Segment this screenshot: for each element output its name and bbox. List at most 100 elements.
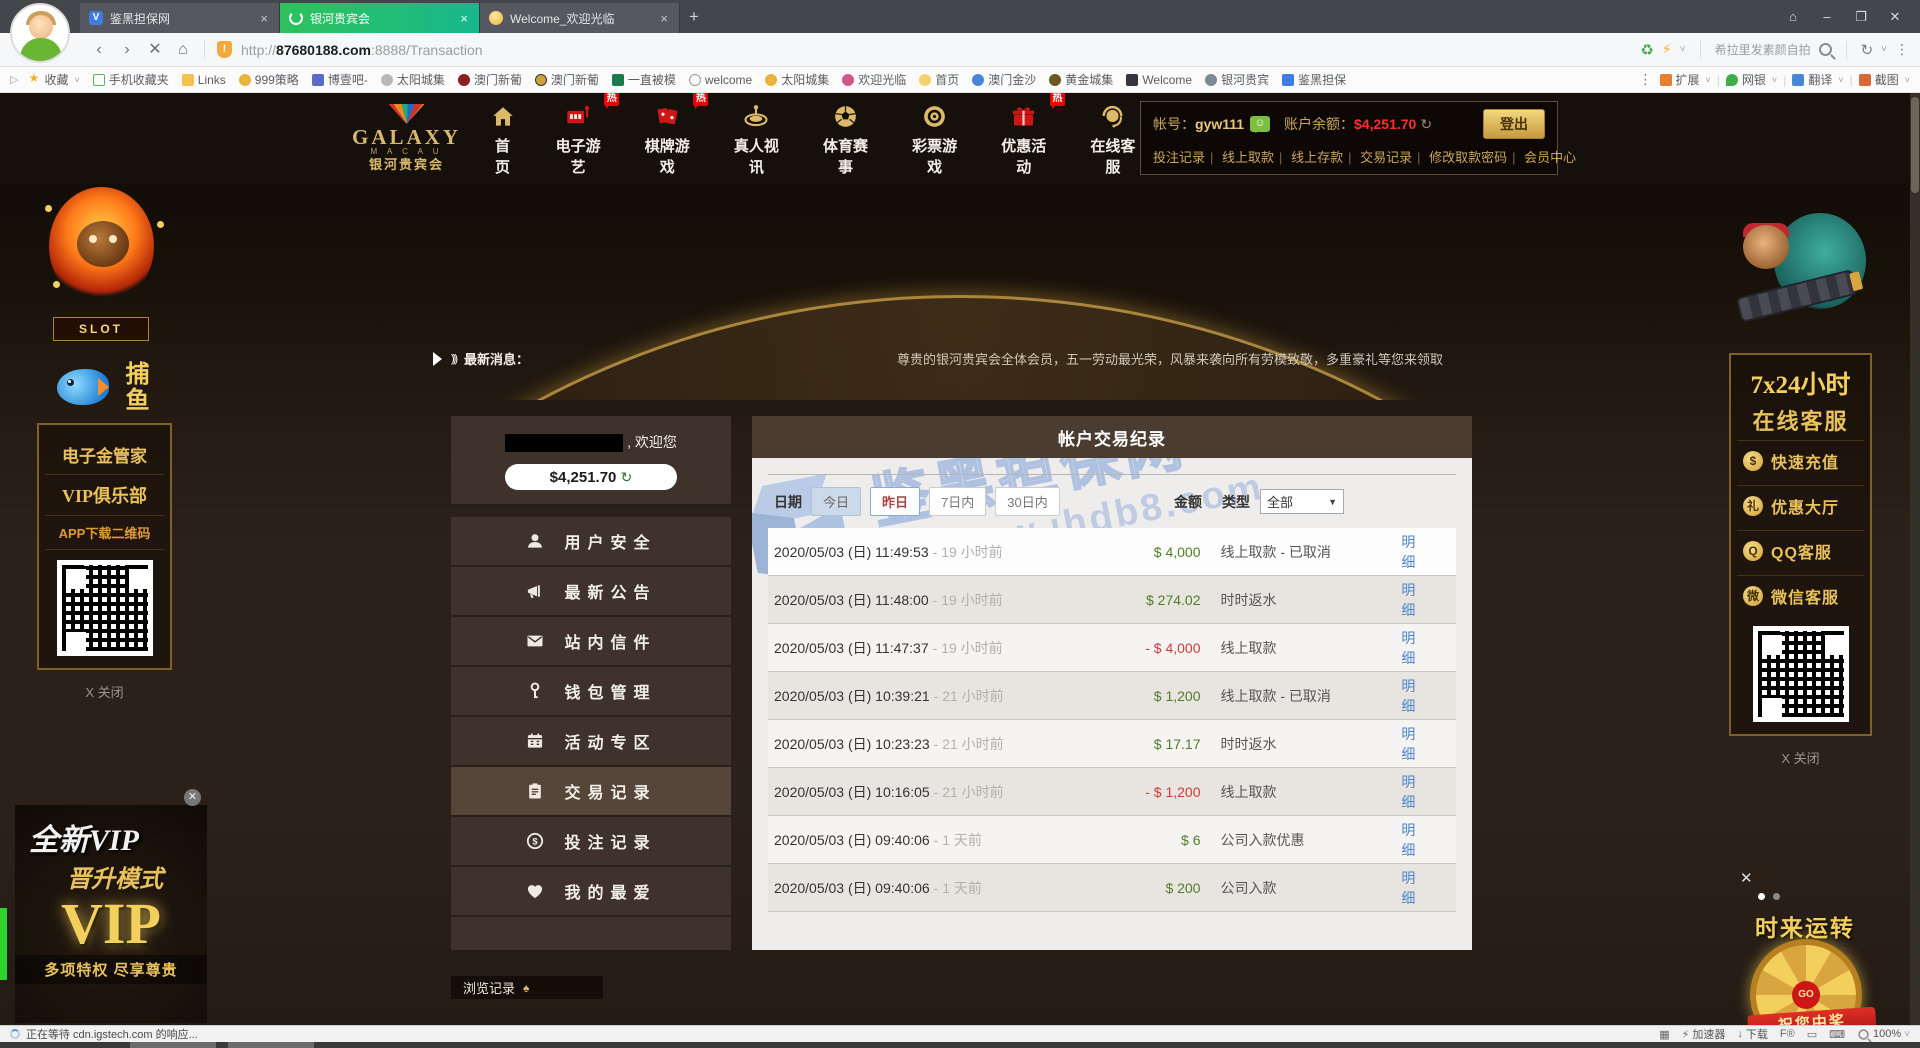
screenshot-button[interactable]: 截图˅ <box>1859 71 1910 88</box>
detail-link[interactable]: 明细 <box>1401 772 1428 812</box>
sidebar-item-messages[interactable]: 站内信件 <box>451 617 731 667</box>
sidebar-item-transactions-active[interactable]: 交易记录 <box>451 767 731 817</box>
ebank-button[interactable]: 网银˅ <box>1726 71 1777 88</box>
forward-button[interactable]: › <box>114 37 140 63</box>
link-change-password[interactable]: 修改取款密码 <box>1429 150 1507 165</box>
more-icon[interactable]: ⋮ <box>1639 71 1654 88</box>
reader-mode-icon[interactable]: ♻ <box>1640 41 1653 59</box>
scrollbar-thumb[interactable] <box>1911 97 1919 193</box>
maximize-button[interactable]: ❐ <box>1844 0 1878 33</box>
search-icon[interactable] <box>1819 43 1832 56</box>
nav-sports[interactable]: 体育赛事 <box>818 100 872 177</box>
menu-dots-icon[interactable]: ⋮ <box>1895 41 1910 58</box>
promo-e-wallet[interactable]: 电子金管家 <box>45 435 164 475</box>
refresh-icon[interactable]: ↻ <box>1861 41 1874 59</box>
translate-button[interactable]: 翻译˅ <box>1792 71 1843 88</box>
lucky-wheel-promo[interactable]: ✕ 时来运转 GO 祝您中奖 <box>1716 863 1894 1025</box>
bookmark-item[interactable]: 澳门新葡 <box>458 71 522 88</box>
zoom-control[interactable]: 100%˅ <box>1857 1028 1910 1041</box>
promo-app-qr-label[interactable]: APP下载二维码 <box>45 516 164 550</box>
tab-welcome[interactable]: Welcome_欢迎光临 × <box>480 3 680 33</box>
bookmark-item[interactable]: 澳门新葡 <box>535 71 599 88</box>
new-tab-button[interactable]: + <box>680 3 708 33</box>
detail-link[interactable]: 明细 <box>1401 580 1428 620</box>
left-promo-close-button[interactable]: X 关闭 <box>37 682 172 701</box>
transaction-row[interactable]: 2020/05/03 (日) 10:16:05- 21 小时前 - $ 1,20… <box>768 768 1456 816</box>
taskbar-window-preview[interactable] <box>130 1042 216 1048</box>
promo-quick-deposit[interactable]: $ 快速充值 <box>1737 440 1864 481</box>
refresh-icon[interactable]: ↻ <box>621 469 633 485</box>
url-field[interactable]: http://87680188.com:8888/Transaction <box>241 42 483 58</box>
bookmark-item[interactable]: 一直被模 <box>612 71 676 88</box>
browse-history-tab[interactable]: 浏览记录 ♠ <box>451 976 603 999</box>
transaction-row[interactable]: 2020/05/03 (日) 09:40:06- 1 天前 $ 200 公司入款… <box>768 864 1456 912</box>
wheel-center-button[interactable]: GO <box>1792 981 1820 1009</box>
bookmark-item[interactable]: 银河贵宾 <box>1205 71 1269 88</box>
bookmarks-overflow-icon[interactable]: ▷ <box>10 73 18 86</box>
bookmark-item[interactable]: 手机收藏夹 <box>93 71 169 88</box>
bookmark-item[interactable]: Welcome <box>1126 73 1192 87</box>
bookmark-item[interactable]: welcome <box>689 73 752 87</box>
nav-live-casino[interactable]: 真人视讯 <box>729 100 783 177</box>
tab-jianhei[interactable]: 鉴黑担保网 × <box>80 3 280 33</box>
refresh-balance-icon[interactable]: ↻ <box>1420 116 1432 133</box>
bookmark-favorites[interactable]: 收藏 ˅ <box>28 71 79 88</box>
download-button[interactable]: ↓下载 <box>1737 1026 1768 1042</box>
detail-link[interactable]: 明细 <box>1401 868 1428 908</box>
detail-link[interactable]: 明细 <box>1401 532 1428 572</box>
nav-customer-service[interactable]: 在线客服 <box>1086 100 1140 177</box>
tab-galaxy-active[interactable]: 银河贵宾会 × <box>280 3 480 33</box>
search-suggestion[interactable]: 希拉里发素颜自拍 <box>1715 41 1811 58</box>
app-download-qr-code[interactable] <box>57 560 153 656</box>
monitor-icon[interactable]: ▭ <box>1807 1028 1817 1041</box>
bookmark-item[interactable]: 黄金城集 <box>1049 71 1113 88</box>
transaction-row[interactable]: 2020/05/03 (日) 10:39:21- 21 小时前 $ 1,200 … <box>768 672 1456 720</box>
speed-mode-icon[interactable]: ⚡ <box>1662 41 1672 58</box>
bookmark-item[interactable]: 鉴黑担保 <box>1282 71 1346 88</box>
gunner-mascot-image[interactable] <box>1729 205 1872 353</box>
minimize-button[interactable]: – <box>1810 0 1844 33</box>
home-button[interactable]: ⌂ <box>170 37 196 63</box>
extensions-button[interactable]: 扩展˅ <box>1660 71 1711 88</box>
link-transactions[interactable]: 交易记录 <box>1360 150 1412 165</box>
green-scroll-indicator[interactable] <box>0 908 7 980</box>
filter-7days-button[interactable]: 7日内 <box>929 487 986 516</box>
link-bet-records[interactable]: 投注记录 <box>1153 150 1205 165</box>
vip-promo-close-icon[interactable]: ✕ <box>184 789 201 806</box>
tab-close-icon[interactable]: × <box>658 11 670 26</box>
transaction-row[interactable]: 2020/05/03 (日) 11:49:53- 19 小时前 $ 4,000 … <box>768 528 1456 576</box>
bookmark-item[interactable]: 欢迎光临 <box>842 71 906 88</box>
sidebar-item-announcements[interactable]: 最新公告 <box>451 567 731 617</box>
bookmark-item[interactable]: 澳门金沙 <box>972 71 1036 88</box>
theme-button[interactable]: ⌂ <box>1776 0 1810 33</box>
detail-link[interactable]: 明细 <box>1401 628 1428 668</box>
chevron-down-icon[interactable]: ˅ <box>1680 44 1686 55</box>
type-select-dropdown[interactable]: 全部 <box>1260 489 1344 514</box>
sidebar-item-activities[interactable]: 活动专区 <box>451 717 731 767</box>
keyboard-icon[interactable]: ⌨ <box>1829 1028 1845 1041</box>
dot-active[interactable] <box>1758 893 1765 900</box>
vip-promo-banner[interactable]: ✕ 全新VIP 晋升模式 VIP 多项特权 尽享尊贵 <box>15 805 207 1023</box>
bookmark-item[interactable]: 首页 <box>919 71 959 88</box>
filter-yesterday-button-selected[interactable]: 昨日 <box>870 487 920 516</box>
nav-cards[interactable]: 热 棋牌游戏 <box>640 100 694 177</box>
filter-today-button[interactable]: 今日 <box>811 487 861 516</box>
promo-offers-hall[interactable]: 礼 优惠大厅 <box>1737 485 1864 526</box>
link-member-center[interactable]: 会员中心 <box>1524 150 1576 165</box>
sidebar-item-bet-records[interactable]: $ 投注记录 <box>451 817 731 867</box>
bookmark-item[interactable]: 太阳城集 <box>765 71 829 88</box>
transaction-row[interactable]: 2020/05/03 (日) 11:47:37- 19 小时前 - $ 4,00… <box>768 624 1456 672</box>
wechat-qr-code[interactable] <box>1753 626 1849 722</box>
wheel-promo-close-icon[interactable]: ✕ <box>1740 869 1753 887</box>
bookmark-item[interactable]: 999策略 <box>239 71 299 88</box>
lucky-wheel-image[interactable]: GO 祝您中奖 <box>1750 939 1862 1025</box>
nav-promotions[interactable]: 热 优惠活动 <box>997 100 1051 177</box>
transaction-row[interactable]: 2020/05/03 (日) 09:40:06- 1 天前 $ 6 公司入款优惠… <box>768 816 1456 864</box>
detail-link[interactable]: 明细 <box>1401 676 1428 716</box>
sidebar-item-favorites[interactable]: 我的最爱 <box>451 867 731 917</box>
galaxy-logo[interactable]: GALAXY M A C A U 银河贵宾会 <box>352 104 461 172</box>
transaction-row[interactable]: 2020/05/03 (日) 10:23:23- 21 小时前 $ 17.17 … <box>768 720 1456 768</box>
stop-button[interactable]: ✕ <box>142 37 168 63</box>
bookmark-item[interactable]: Links <box>182 73 226 87</box>
browser-profile-avatar[interactable] <box>10 3 70 63</box>
